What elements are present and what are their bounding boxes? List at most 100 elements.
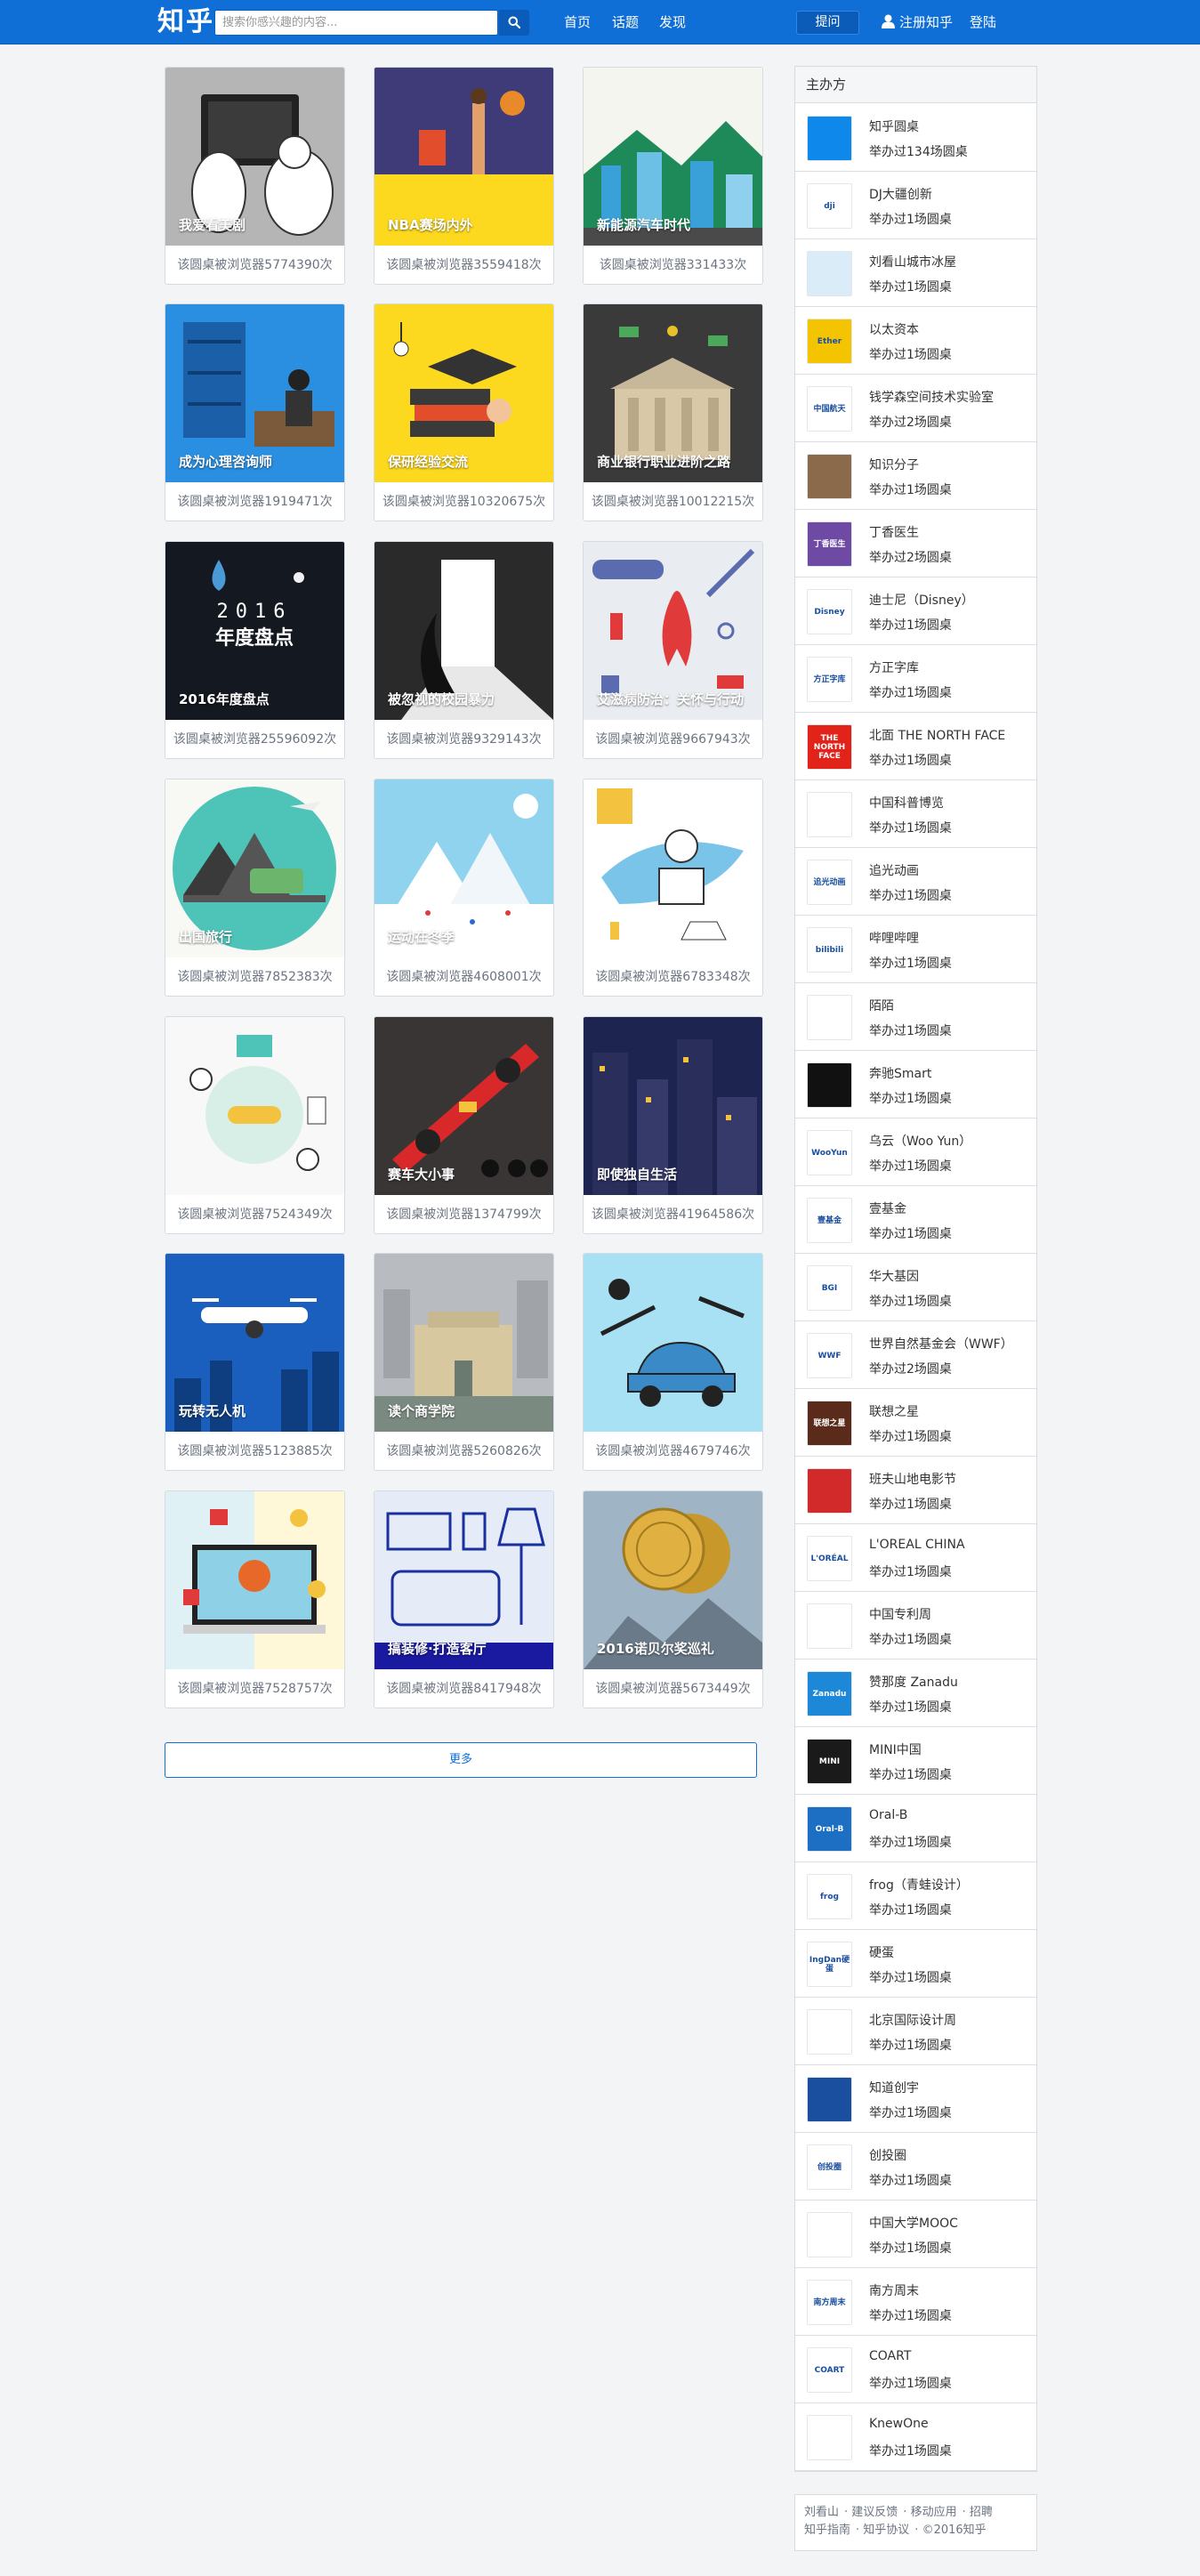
host-name[interactable]: 陌陌 — [869, 997, 894, 1014]
host-name[interactable]: 丁香医生 — [869, 523, 919, 541]
host-name[interactable]: 追光动画 — [869, 861, 919, 879]
host-name[interactable]: 方正字库 — [869, 658, 919, 676]
host-item[interactable]: 丁香医生 丁香医生 举办过2场圆桌 — [795, 510, 1036, 577]
host-name[interactable]: 联想之星 — [869, 1402, 919, 1420]
host-item[interactable]: 创投圈 创投圈 举办过1场圆桌 — [795, 2133, 1036, 2201]
ask-button[interactable]: 提问 — [796, 11, 859, 35]
host-name[interactable]: 华大基因 — [869, 1267, 919, 1285]
host-name[interactable]: 中国科普博览 — [869, 794, 944, 812]
host-item[interactable]: 刘看山城市冰屋 举办过1场圆桌 — [795, 239, 1036, 307]
host-item[interactable]: 南方周末 南方周末 举办过1场圆桌 — [795, 2268, 1036, 2336]
host-name[interactable]: Oral-B — [869, 1808, 907, 1822]
host-name[interactable]: 壹基金 — [869, 1199, 906, 1217]
host-name[interactable]: 中国专利周 — [869, 1605, 931, 1623]
host-item[interactable]: 班夫山地电影节 举办过1场圆桌 — [795, 1457, 1036, 1524]
host-item[interactable]: WWF 世界自然基金会（WWF） 举办过2场圆桌 — [795, 1321, 1036, 1389]
host-item[interactable]: Zanadu 赞那度 Zanadu 举办过1场圆桌 — [795, 1659, 1036, 1727]
footer-link[interactable]: 知乎协议 — [863, 2524, 909, 2537]
host-name[interactable]: 刘看山城市冰屋 — [869, 253, 956, 271]
host-item[interactable]: WooYun 乌云（Woo Yun） 举办过1场圆桌 — [795, 1118, 1036, 1186]
footer-link[interactable]: 建议反馈 — [851, 2506, 898, 2519]
host-item[interactable]: 联想之星 联想之星 举办过1场圆桌 — [795, 1389, 1036, 1457]
host-item[interactable]: KnewOne 举办过1场圆桌 — [795, 2403, 1036, 2471]
host-name[interactable]: KnewOne — [869, 2417, 929, 2431]
host-name[interactable]: 迪士尼（Disney） — [869, 591, 974, 609]
roundtable-card[interactable]: 该圆桌被浏览器6783348次 — [583, 779, 763, 997]
host-item[interactable]: 中国航天 钱学森空间技术实验室 举办过2场圆桌 — [795, 375, 1036, 442]
host-item[interactable]: Ether 以太资本 举办过1场圆桌 — [795, 307, 1036, 375]
search-button[interactable] — [499, 10, 529, 36]
host-item[interactable]: frog frog（青蛙设计） 举办过1场圆桌 — [795, 1862, 1036, 1930]
roundtable-card[interactable]: 该圆桌被浏览器7524349次 — [165, 1016, 345, 1234]
host-name[interactable]: 创投圈 — [869, 2146, 906, 2164]
host-item[interactable]: MINI MINI中国 举办过1场圆桌 — [795, 1727, 1036, 1795]
host-item[interactable]: BGI 华大基因 举办过1场圆桌 — [795, 1254, 1036, 1321]
host-item[interactable]: 奔驰Smart 举办过1场圆桌 — [795, 1051, 1036, 1118]
roundtable-card[interactable]: 运动在冬季 该圆桌被浏览器4608001次 — [374, 779, 554, 997]
roundtable-card[interactable]: 该圆桌被浏览器7528757次 — [165, 1490, 345, 1708]
roundtable-card[interactable]: 赛车大小事 该圆桌被浏览器1374799次 — [374, 1016, 554, 1234]
zhihu-logo[interactable]: 知乎 — [157, 4, 214, 41]
roundtable-card[interactable]: 保研经验交流 该圆桌被浏览器10320675次 — [374, 303, 554, 521]
roundtable-card[interactable]: 出国旅行 该圆桌被浏览器7852383次 — [165, 779, 345, 997]
roundtable-card[interactable]: 搞装修·打造客厅 该圆桌被浏览器8417948次 — [374, 1490, 554, 1708]
footer-link[interactable]: 移动应用 — [911, 2506, 957, 2519]
roundtable-card[interactable]: 艾滋病防治：关怀与行动 该圆桌被浏览器9667943次 — [583, 541, 763, 759]
host-name[interactable]: 赞那度 Zanadu — [869, 1673, 958, 1691]
host-item[interactable]: 知乎圆桌 举办过134场圆桌 — [795, 104, 1036, 172]
host-item[interactable]: IngDan硬蛋 硬蛋 举办过1场圆桌 — [795, 1930, 1036, 1998]
host-name[interactable]: 以太资本 — [869, 320, 919, 338]
host-item[interactable]: 中国科普博览 举办过1场圆桌 — [795, 780, 1036, 848]
host-item[interactable]: bilibili 哔哩哔哩 举办过1场圆桌 — [795, 916, 1036, 983]
nav-topics[interactable]: 话题 — [612, 0, 639, 44]
register-link[interactable]: 注册知乎 — [899, 0, 953, 44]
host-item[interactable]: 追光动画 追光动画 举办过1场圆桌 — [795, 848, 1036, 916]
host-name[interactable]: 硬蛋 — [869, 1943, 894, 1961]
roundtable-card[interactable]: 商业银行职业进阶之路 该圆桌被浏览器10012215次 — [583, 303, 763, 521]
nav-explore[interactable]: 发现 — [659, 0, 686, 44]
host-name[interactable]: 哔哩哔哩 — [869, 929, 919, 947]
host-item[interactable]: Oral-B Oral-B 举办过1场圆桌 — [795, 1795, 1036, 1862]
roundtable-card[interactable]: 我爱看美剧 该圆桌被浏览器5774390次 — [165, 67, 345, 285]
footer-link[interactable]: 刘看山 — [804, 2506, 839, 2519]
host-name[interactable]: 知道创宇 — [869, 2079, 919, 2096]
host-name[interactable]: 北京国际设计周 — [869, 2011, 956, 2029]
host-name[interactable]: COART — [869, 2349, 911, 2363]
host-item[interactable]: THE NORTH FACE 北面 THE NORTH FACE 举办过1场圆桌 — [795, 713, 1036, 780]
host-item[interactable]: COART COART 举办过1场圆桌 — [795, 2336, 1036, 2403]
host-name[interactable]: 知乎圆桌 — [869, 117, 919, 135]
host-name[interactable]: 乌云（Woo Yun） — [869, 1132, 971, 1150]
host-name[interactable]: 中国大学MOOC — [869, 2214, 958, 2232]
host-name[interactable]: 奔驰Smart — [869, 1064, 931, 1082]
roundtable-card[interactable]: 2016 年度盘点 2016年度盘点 该圆桌被浏览器25596092次 — [165, 541, 345, 759]
host-item[interactable]: 方正字库 方正字库 举办过1场圆桌 — [795, 645, 1036, 713]
host-name[interactable]: MINI中国 — [869, 1740, 922, 1758]
search-box[interactable] — [214, 10, 498, 36]
host-name[interactable]: 北面 THE NORTH FACE — [869, 726, 1005, 744]
host-item[interactable]: 知道创宇 举办过1场圆桌 — [795, 2065, 1036, 2133]
host-name[interactable]: frog（青蛙设计） — [869, 1876, 969, 1894]
login-link[interactable]: 登陆 — [970, 0, 996, 44]
roundtable-card[interactable]: 新能源汽车时代 该圆桌被浏览器331433次 — [583, 67, 763, 285]
roundtable-card[interactable]: 即使独自生活 该圆桌被浏览器41964586次 — [583, 1016, 763, 1234]
roundtable-card[interactable]: 玩转无人机 该圆桌被浏览器5123885次 — [165, 1253, 345, 1471]
nav-home[interactable]: 首页 — [564, 0, 591, 44]
host-name[interactable]: L'OREAL CHINA — [869, 1538, 965, 1552]
roundtable-card[interactable]: 2016诺贝尔奖巡礼 该圆桌被浏览器5673449次 — [583, 1490, 763, 1708]
search-input[interactable] — [215, 11, 497, 35]
load-more-button[interactable]: 更多 — [165, 1742, 757, 1778]
host-name[interactable]: 知识分子 — [869, 456, 919, 473]
host-name[interactable]: 南方周末 — [869, 2281, 919, 2299]
host-name[interactable]: DJ大疆创新 — [869, 185, 932, 203]
host-item[interactable]: 中国专利周 举办过1场圆桌 — [795, 1592, 1036, 1659]
roundtable-card[interactable]: 读个商学院 该圆桌被浏览器5260826次 — [374, 1253, 554, 1471]
roundtable-card[interactable]: 被忽视的校园暴力 该圆桌被浏览器9329143次 — [374, 541, 554, 759]
host-item[interactable]: 北京国际设计周 举办过1场圆桌 — [795, 1998, 1036, 2065]
footer-link[interactable]: 知乎指南 — [804, 2524, 850, 2537]
host-item[interactable]: 中国大学MOOC 举办过1场圆桌 — [795, 2201, 1036, 2268]
host-name[interactable]: 班夫山地电影节 — [869, 1470, 956, 1488]
host-item[interactable]: 知识分子 举办过1场圆桌 — [795, 442, 1036, 510]
host-item[interactable]: L'ORÉAL L'OREAL CHINA 举办过1场圆桌 — [795, 1524, 1036, 1592]
host-name[interactable]: 世界自然基金会（WWF） — [869, 1335, 1013, 1353]
host-item[interactable]: 壹基金 壹基金 举办过1场圆桌 — [795, 1186, 1036, 1254]
